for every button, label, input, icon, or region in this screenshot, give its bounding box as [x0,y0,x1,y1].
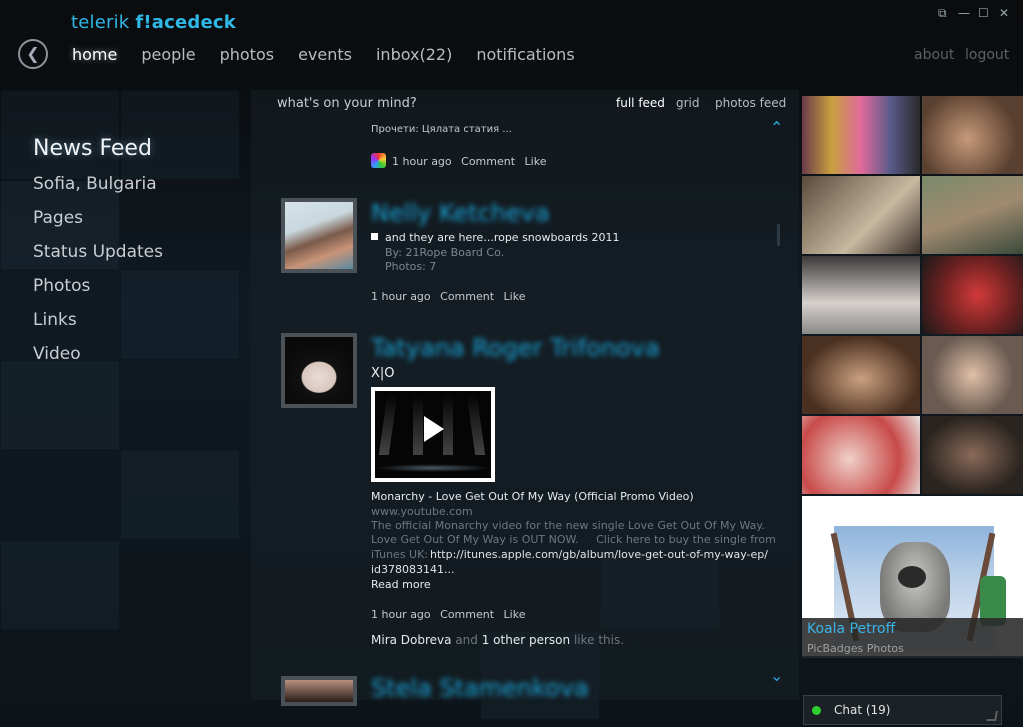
bullet-icon [371,233,378,240]
photo-thumbnail[interactable] [802,416,920,494]
online-status-icon [812,706,821,715]
play-icon[interactable] [424,416,444,442]
restore-window-icon[interactable]: ⧉ [938,6,947,21]
badge-caption: Koala Petroff PicBadges Photos [802,618,1023,658]
likes-summary: Mira Dobreva and 1 other person like thi… [371,633,624,647]
post2-meta: 1 hour ago Comment Like [371,608,525,621]
resize-grip-icon[interactable] [986,711,998,721]
photo-thumbnail[interactable] [802,256,920,334]
video-description: Love Get Out Of My Way is OUT NOW. Click… [371,533,776,546]
app-logo: telerik f!acedeck [71,12,236,33]
close-window-icon[interactable]: ✕ [999,6,1009,20]
photo-thumbnail[interactable] [922,96,1023,174]
comment-link[interactable]: Comment [440,608,494,621]
likes-suffix: like this. [573,633,625,647]
minimize-window-icon[interactable]: — [958,6,970,20]
maximize-window-icon[interactable]: ☐ [978,6,989,20]
tab-grid[interactable]: grid [676,96,700,110]
photo-thumbnail[interactable] [922,416,1023,494]
itunes-link[interactable]: id378083141... [371,563,455,576]
album-title-link[interactable]: and they are here...rope snowboards 2011 [385,231,620,244]
tab-full-feed[interactable]: full feed [616,96,665,110]
nav-events[interactable]: events [298,45,352,64]
logo-prefix: telerik [71,12,136,33]
liker-name-link[interactable]: Mira Dobreva [371,633,452,647]
sidebar-item-location[interactable]: Sofia, Bulgaria [33,170,163,204]
album-photo-count: Photos: 7 [385,260,437,273]
video-domain: www.youtube.com [371,505,473,518]
video-title-link[interactable]: Monarchy - Love Get Out Of My Way (Offic… [371,490,694,503]
likes-others-link[interactable]: 1 other person [482,633,570,647]
read-full-article-link[interactable]: Прочети: Цялата статия ... [371,124,512,135]
like-link[interactable]: Like [504,290,526,303]
main-navigation: home people photos events inbox(22) noti… [72,45,599,64]
app-source-icon [371,153,386,168]
album-by: By: 21Rope Board Co. [385,246,505,259]
like-link[interactable]: Like [525,155,547,168]
badge-user-name[interactable]: Koala Petroff [807,621,895,637]
photo-thumbnail[interactable] [802,96,920,174]
nav-photos[interactable]: photos [220,45,274,64]
about-link[interactable]: about [914,47,954,63]
logo-brand: f!acedeck [135,12,236,33]
read-more-link[interactable]: Read more [371,578,431,591]
post-author-name[interactable]: Stela Stamenkova [371,674,589,702]
itunes-link[interactable]: http://itunes.apple.com/gb/album/love-ge… [430,548,768,561]
photo-thumbnail[interactable] [802,336,920,414]
video-thumbnail[interactable] [371,387,495,482]
post-time: 1 hour ago [371,608,431,621]
scroll-up-icon[interactable]: ⌃ [770,118,783,137]
video-description: The official Monarchy video for the new … [371,519,765,532]
sidebar-item-status-updates[interactable]: Status Updates [33,238,163,272]
post0-meta: 1 hour ago Comment Like [392,155,546,168]
photo-thumbnail[interactable] [922,336,1023,414]
tab-photos-feed[interactable]: photos feed [715,96,786,110]
chat-label: Chat (19) [834,703,891,717]
logout-link[interactable]: logout [965,47,1009,63]
photo-thumbnail[interactable] [922,256,1023,334]
avatar[interactable] [281,676,357,706]
avatar[interactable] [281,198,357,273]
back-arrow-icon: ❮ [26,44,40,63]
post-time: 1 hour ago [371,290,431,303]
comment-link[interactable]: Comment [440,290,494,303]
post-time: 1 hour ago [392,155,452,168]
status-input[interactable]: what's on your mind? [277,96,417,111]
badge-source: PicBadges Photos [807,642,904,655]
chat-button[interactable]: Chat (19) [803,695,1002,725]
sidebar-item-video[interactable]: Video [33,340,163,374]
post1-meta: 1 hour ago Comment Like [371,290,525,303]
like-link[interactable]: Like [504,608,526,621]
sidebar-title-news-feed[interactable]: News Feed [33,136,163,170]
photo-thumbnail[interactable] [922,176,1023,254]
sidebar-item-links[interactable]: Links [33,306,163,340]
photo-thumbnail[interactable] [802,176,920,254]
comment-link[interactable]: Comment [461,155,515,168]
app-window: ⧉ — ☐ ✕ telerik f!acedeck ❮ home people … [0,0,1023,727]
scroll-down-icon[interactable]: ⌄ [770,666,783,685]
nav-inbox[interactable]: inbox(22) [376,45,452,64]
nav-home[interactable]: home [72,45,117,64]
post-author-name[interactable]: Tatyana Roger Trifonova [371,334,660,362]
sidebar-item-pages[interactable]: Pages [33,204,163,238]
nav-notifications[interactable]: notifications [476,45,574,64]
feed-scrollbar[interactable] [777,224,780,246]
sidebar-item-photos[interactable]: Photos [33,272,163,306]
video-description: iTunes UK: [371,548,429,561]
likes-and: and [455,633,478,647]
post-author-name[interactable]: Nelly Ketcheva [371,199,550,227]
photo-grid [802,96,1023,496]
left-sidebar: News Feed Sofia, Bulgaria Pages Status U… [33,136,163,374]
nav-people[interactable]: people [141,45,195,64]
back-button[interactable]: ❮ [18,39,48,69]
avatar[interactable] [281,333,357,408]
status-text: X|O [371,366,395,381]
